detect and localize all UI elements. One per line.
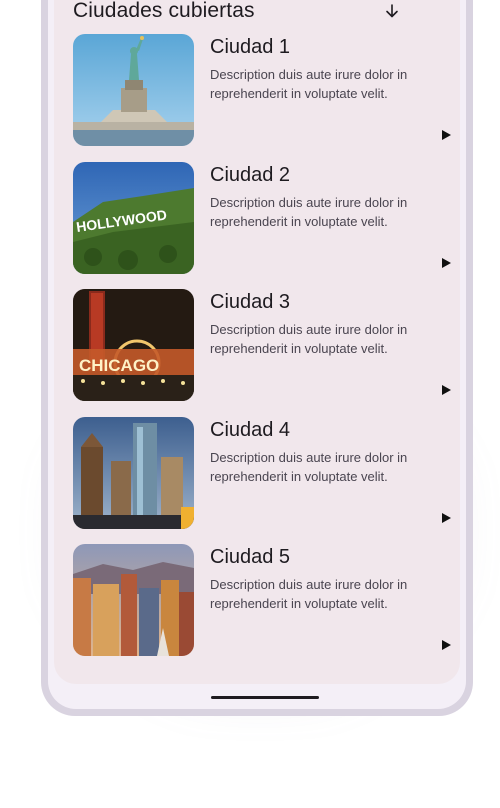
- arrow-downward-icon[interactable]: [381, 0, 403, 22]
- cities-list: Ciudad 1 Description duis aute irure dol…: [73, 34, 463, 672]
- city-thumbnail-houston-skyline: [73, 416, 194, 529]
- list-item[interactable]: Ciudad 5 Description duis aute irure dol…: [73, 544, 463, 672]
- screen: Ciudades cubiertas Ciudad 1 Description …: [48, 0, 466, 709]
- list-item[interactable]: CHICAGO Ciudad 3 Description duis aute i…: [73, 289, 463, 417]
- play-arrow-icon[interactable]: [440, 511, 452, 523]
- image-sign-text: CHICAGO: [79, 356, 159, 375]
- city-thumbnail-hollywood-sign: HOLLYWOOD: [73, 161, 194, 274]
- city-thumbnail-city-skyline-sunset: [73, 544, 194, 656]
- section-title: Ciudades cubiertas: [73, 0, 255, 22]
- play-arrow-icon[interactable]: [440, 638, 452, 650]
- city-title: Ciudad 4: [210, 418, 291, 441]
- list-item[interactable]: Ciudad 1 Description duis aute irure dol…: [73, 34, 463, 162]
- play-arrow-icon[interactable]: [440, 128, 452, 140]
- list-item[interactable]: Ciudad 4 Description duis aute irure dol…: [73, 416, 463, 545]
- play-arrow-icon[interactable]: [440, 256, 452, 268]
- stage: Ciudades cubiertas Ciudad 1 Description …: [0, 0, 500, 808]
- home-indicator[interactable]: [211, 696, 319, 699]
- city-title: Ciudad 1: [210, 36, 291, 58]
- city-description: Description duis aute irure dolor in rep…: [210, 67, 408, 101]
- city-description: Description duis aute irure dolor in rep…: [210, 577, 408, 611]
- city-thumbnail-statue-of-liberty: [73, 34, 194, 146]
- cities-card: Ciudades cubiertas Ciudad 1 Description …: [54, 0, 460, 684]
- city-description: Description duis aute irure dolor in rep…: [210, 322, 408, 356]
- city-thumbnail-chicago-theatre: CHICAGO: [73, 289, 194, 401]
- cities-header: Ciudades cubiertas: [73, 0, 403, 26]
- list-item[interactable]: HOLLYWOOD Ciudad 2 Description duis aute…: [73, 161, 463, 290]
- city-description: Description duis aute irure dolor in rep…: [210, 194, 408, 229]
- play-arrow-icon[interactable]: [440, 383, 452, 395]
- device-frame: Ciudades cubiertas Ciudad 1 Description …: [41, 0, 473, 716]
- city-title: Ciudad 2: [210, 163, 291, 186]
- city-description: Description duis aute irure dolor in rep…: [210, 449, 408, 484]
- city-title: Ciudad 3: [210, 291, 291, 313]
- city-title: Ciudad 5: [210, 546, 291, 568]
